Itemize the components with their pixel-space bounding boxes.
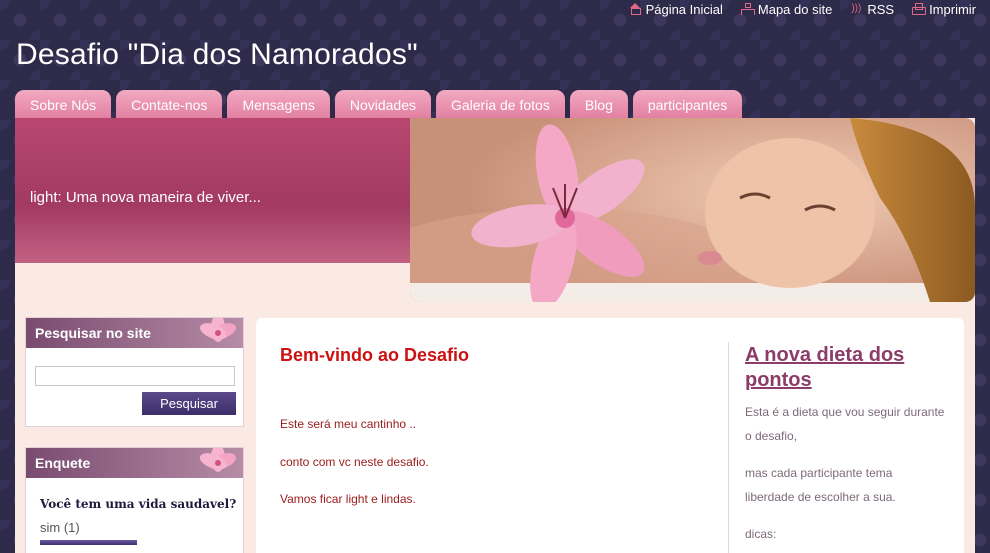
- banner-panel: light: Uma nova maneira de viver...: [15, 118, 411, 263]
- rss-link-label: RSS: [867, 1, 895, 17]
- rss-icon: ))): [851, 3, 862, 14]
- search-input[interactable]: [35, 366, 235, 386]
- main-article: Bem-vindo ao Desafio Este será meu canti…: [256, 318, 964, 553]
- banner-image: [410, 118, 975, 302]
- diet-paragraph-1: Esta é a dieta que vou seguir durante o …: [745, 405, 945, 443]
- home-icon: [629, 3, 641, 15]
- sitemap-icon: [740, 3, 755, 15]
- main-text-line-3: Vamos ficar light e lindas.: [280, 492, 416, 506]
- tab-galeria[interactable]: Galeria de fotos: [435, 90, 565, 119]
- banner-tagline: light: Uma nova maneira de viver...: [30, 189, 261, 206]
- welcome-heading: Bem-vindo ao Desafio: [280, 345, 470, 365]
- print-link[interactable]: Imprimir: [912, 2, 976, 17]
- tab-blog[interactable]: Blog: [569, 90, 628, 119]
- flower-icon: [199, 448, 237, 472]
- sitemap-link-label: Mapa do site: [757, 1, 833, 17]
- diet-article-link[interactable]: A nova dieta dos pontos: [745, 343, 935, 393]
- tab-contate-nos[interactable]: Contate-nos: [116, 90, 223, 119]
- main-text-line-1: Este será meu cantinho ..: [280, 417, 417, 431]
- spa-photo-illustration: [410, 118, 975, 302]
- tab-mensagens[interactable]: Mensagens: [227, 90, 330, 119]
- flower-icon: [199, 318, 237, 342]
- diet-paragraph-2: mas cada participante tema liberdade de …: [745, 466, 896, 504]
- search-box-title: Pesquisar no site: [35, 325, 151, 341]
- poll-title: Enquete: [35, 455, 91, 471]
- home-link[interactable]: Página Inicial: [629, 2, 723, 17]
- diet-paragraph-3: dicas:: [745, 527, 777, 541]
- sitemap-link[interactable]: Mapa do site: [740, 1, 833, 17]
- search-button[interactable]: Pesquisar: [142, 392, 236, 415]
- poll-option: sim (1): [40, 520, 80, 535]
- print-link-label: Imprimir: [929, 1, 976, 17]
- column-divider: [728, 342, 729, 553]
- content-area: light: Uma nova maneira de viver... Pesq…: [15, 118, 975, 553]
- poll-box: Enquete Você tem uma vida saudavel? sim …: [25, 447, 244, 553]
- print-icon: [912, 3, 927, 15]
- poll-question: Você tem uma vida saudavel?: [40, 497, 237, 511]
- poll-box-header: Enquete: [26, 448, 243, 478]
- tab-participantes[interactable]: participantes: [632, 90, 743, 119]
- search-box: Pesquisar no site Pesquisar: [25, 317, 244, 427]
- search-box-header: Pesquisar no site: [26, 318, 243, 348]
- poll-result-bar: [40, 540, 137, 545]
- site-title: Desafio "Dia dos Namorados": [16, 38, 418, 71]
- home-link-label: Página Inicial: [645, 1, 723, 17]
- top-links: Página Inicial Mapa do site ))) RSS Impr…: [629, 0, 976, 18]
- main-text-line-2: conto com vc neste desafio.: [280, 455, 429, 469]
- tab-novidades[interactable]: Novidades: [334, 90, 431, 119]
- rss-link[interactable]: ))) RSS: [850, 2, 894, 17]
- tab-sobre-nos[interactable]: Sobre Nós: [15, 90, 112, 119]
- main-nav: Sobre Nós Contate-nos Mensagens Novidade…: [15, 90, 743, 119]
